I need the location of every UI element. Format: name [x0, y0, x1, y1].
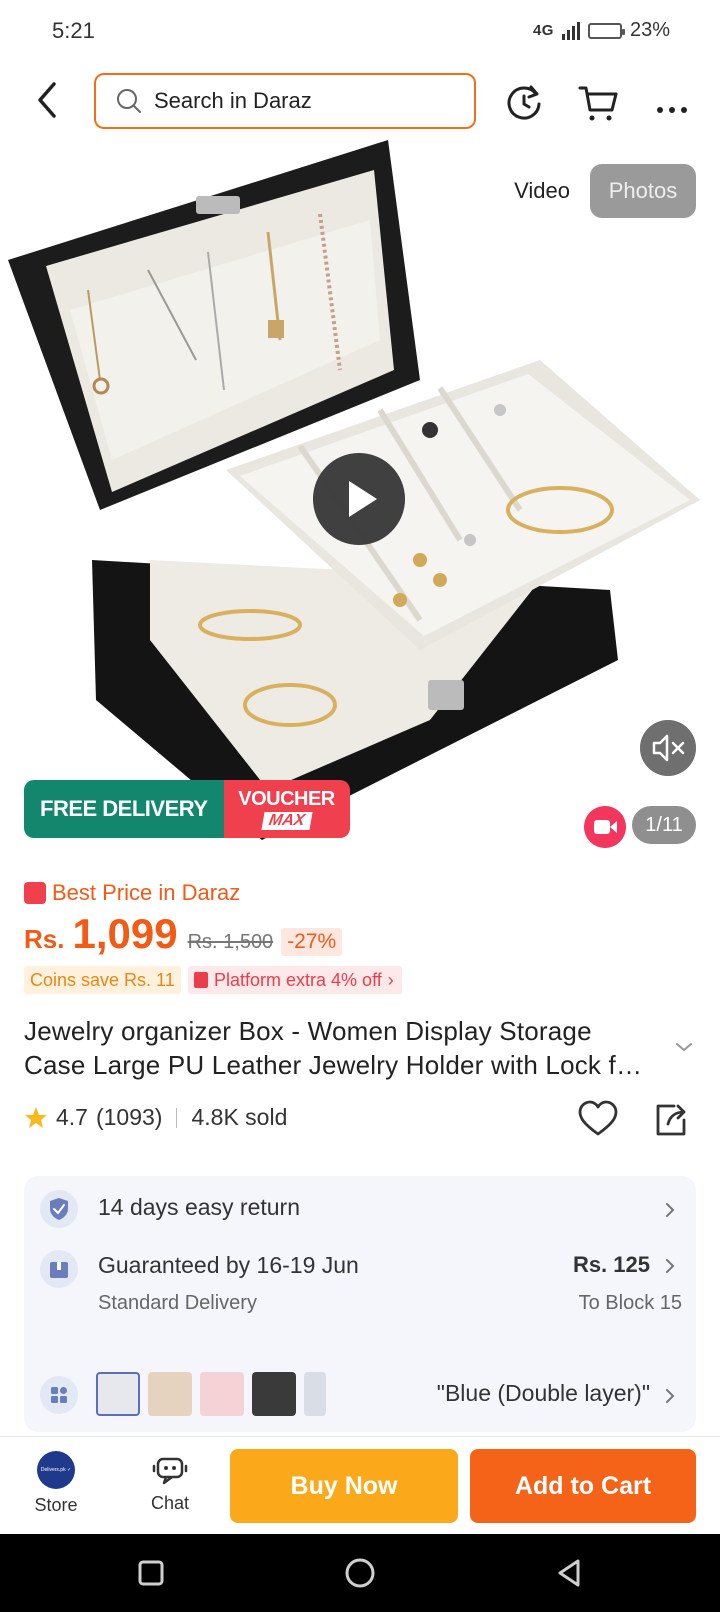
return-policy-row[interactable]: 14 days easy return: [24, 1176, 696, 1240]
chevron-right-icon: ›: [387, 969, 394, 990]
tab-video[interactable]: Video: [494, 164, 590, 218]
media-toggle: Video Photos: [494, 164, 696, 218]
store-label: Store: [34, 1495, 78, 1515]
variant-thumb[interactable]: [252, 1372, 296, 1416]
service-card: 14 days easy return Guaranteed by 16-19 …: [24, 1176, 696, 1432]
chevron-right-icon: [666, 1259, 675, 1273]
chevron-down-icon[interactable]: [674, 1040, 694, 1054]
share-icon[interactable]: [652, 1100, 690, 1138]
chevron-right-icon: [666, 1203, 675, 1217]
network-type: 4G: [532, 22, 554, 39]
cart-icon[interactable]: [576, 80, 620, 124]
promo-banner: FREE DELIVERY VOUCHER MAX: [24, 780, 350, 838]
more-options-icon[interactable]: [650, 80, 694, 124]
tab-photos[interactable]: Photos: [590, 164, 696, 218]
chevron-right-icon: [666, 1389, 675, 1403]
voucher-max-badge: VOUCHER MAX: [223, 780, 350, 838]
delivery-row[interactable]: Guaranteed by 16-19 Jun Standard Deliver…: [24, 1236, 696, 1332]
search-icon: [117, 89, 141, 113]
history-icon[interactable]: [502, 80, 546, 124]
original-price: Rs. 1,500: [187, 931, 274, 953]
status-time: 5:21: [52, 18, 95, 43]
store-button[interactable]: Delivers.pk ✓ Store: [16, 1451, 96, 1516]
signal-icon: [561, 21, 580, 40]
delivery-guarantee-label: Guaranteed by 16-19 Jun: [98, 1252, 359, 1278]
mute-icon[interactable]: [640, 720, 696, 776]
system-navigation-bar: [0, 1534, 720, 1612]
trending-icon: [24, 882, 46, 904]
delivery-price: Rs. 125: [572, 1252, 650, 1277]
back-arrow-icon[interactable]: [30, 80, 66, 120]
variant-thumb[interactable]: [96, 1372, 140, 1416]
store-logo: Delivers.pk ✓: [37, 1451, 75, 1489]
delivery-location: To Block 15: [578, 1292, 682, 1314]
grid-icon: [40, 1376, 78, 1414]
status-indicators: 4G 23%: [533, 19, 670, 42]
voucher-label: VOUCHER: [238, 787, 335, 810]
discount-badge: -27%: [281, 928, 343, 956]
top-header: [0, 68, 720, 134]
sold-count: 4.8K sold: [191, 1104, 288, 1130]
battery-percent: 23%: [629, 19, 670, 41]
divider: [176, 1107, 178, 1128]
bottom-action-bar: Delivers.pk ✓ Store Chat Buy Now Add to …: [0, 1436, 720, 1534]
search-input[interactable]: [154, 88, 454, 114]
rating-value: 4.7: [56, 1104, 88, 1130]
review-count: (1093): [95, 1104, 163, 1130]
back-icon[interactable]: [552, 1556, 586, 1590]
recent-apps-icon[interactable]: [134, 1556, 168, 1590]
chat-bot-icon: [152, 1457, 188, 1485]
delivery-type-label: Standard Delivery: [98, 1292, 257, 1314]
battery-icon: [587, 22, 625, 39]
image-counter: 1/11: [632, 806, 696, 844]
variant-thumb[interactable]: [148, 1372, 192, 1416]
best-price-badge: Best Price in Daraz: [24, 880, 240, 906]
product-title: Jewelry organizer Box - Women Display St…: [24, 1016, 640, 1080]
voucher-max-label: MAX: [261, 811, 312, 830]
home-icon[interactable]: [343, 1556, 377, 1590]
variant-thumb[interactable]: [200, 1372, 244, 1416]
delivery-box-icon: [40, 1250, 78, 1288]
platform-offer-tag[interactable]: Platform extra 4% off ›: [188, 966, 402, 994]
variant-thumbnails: [96, 1372, 326, 1416]
add-to-cart-button[interactable]: Add to Cart: [470, 1449, 696, 1523]
current-price: 1,099: [72, 910, 178, 957]
status-bar: 5:21 4G 23%: [0, 0, 720, 62]
variant-thumb[interactable]: [304, 1372, 326, 1416]
chat-button[interactable]: Chat: [130, 1451, 210, 1514]
variant-row[interactable]: "Blue (Double layer)": [24, 1332, 696, 1432]
free-delivery-badge: FREE DELIVERY: [24, 780, 224, 838]
coins-save-tag: Coins save Rs. 11: [24, 966, 181, 994]
selected-variant: "Blue (Double layer)": [436, 1380, 650, 1406]
best-price-label: Best Price in Daraz: [52, 880, 241, 905]
voucher-icon: [194, 972, 208, 988]
video-camera-icon[interactable]: [584, 806, 626, 848]
search-bar[interactable]: [94, 73, 476, 129]
return-policy-label: 14 days easy return: [98, 1194, 301, 1220]
price-row: Rs. 1,099 Rs. 1,500 -27%: [24, 910, 343, 958]
star-icon: [25, 1106, 47, 1128]
chat-label: Chat: [150, 1493, 190, 1513]
platform-offer-label: Platform extra 4% off: [214, 969, 382, 990]
play-icon[interactable]: [313, 453, 405, 545]
shield-check-icon: [40, 1190, 78, 1228]
rating-row[interactable]: 4.7 (1093) 4.8K sold: [24, 1104, 287, 1131]
price-currency: Rs.: [24, 924, 65, 954]
heart-icon[interactable]: [578, 1100, 618, 1138]
buy-now-button[interactable]: Buy Now: [230, 1449, 458, 1523]
